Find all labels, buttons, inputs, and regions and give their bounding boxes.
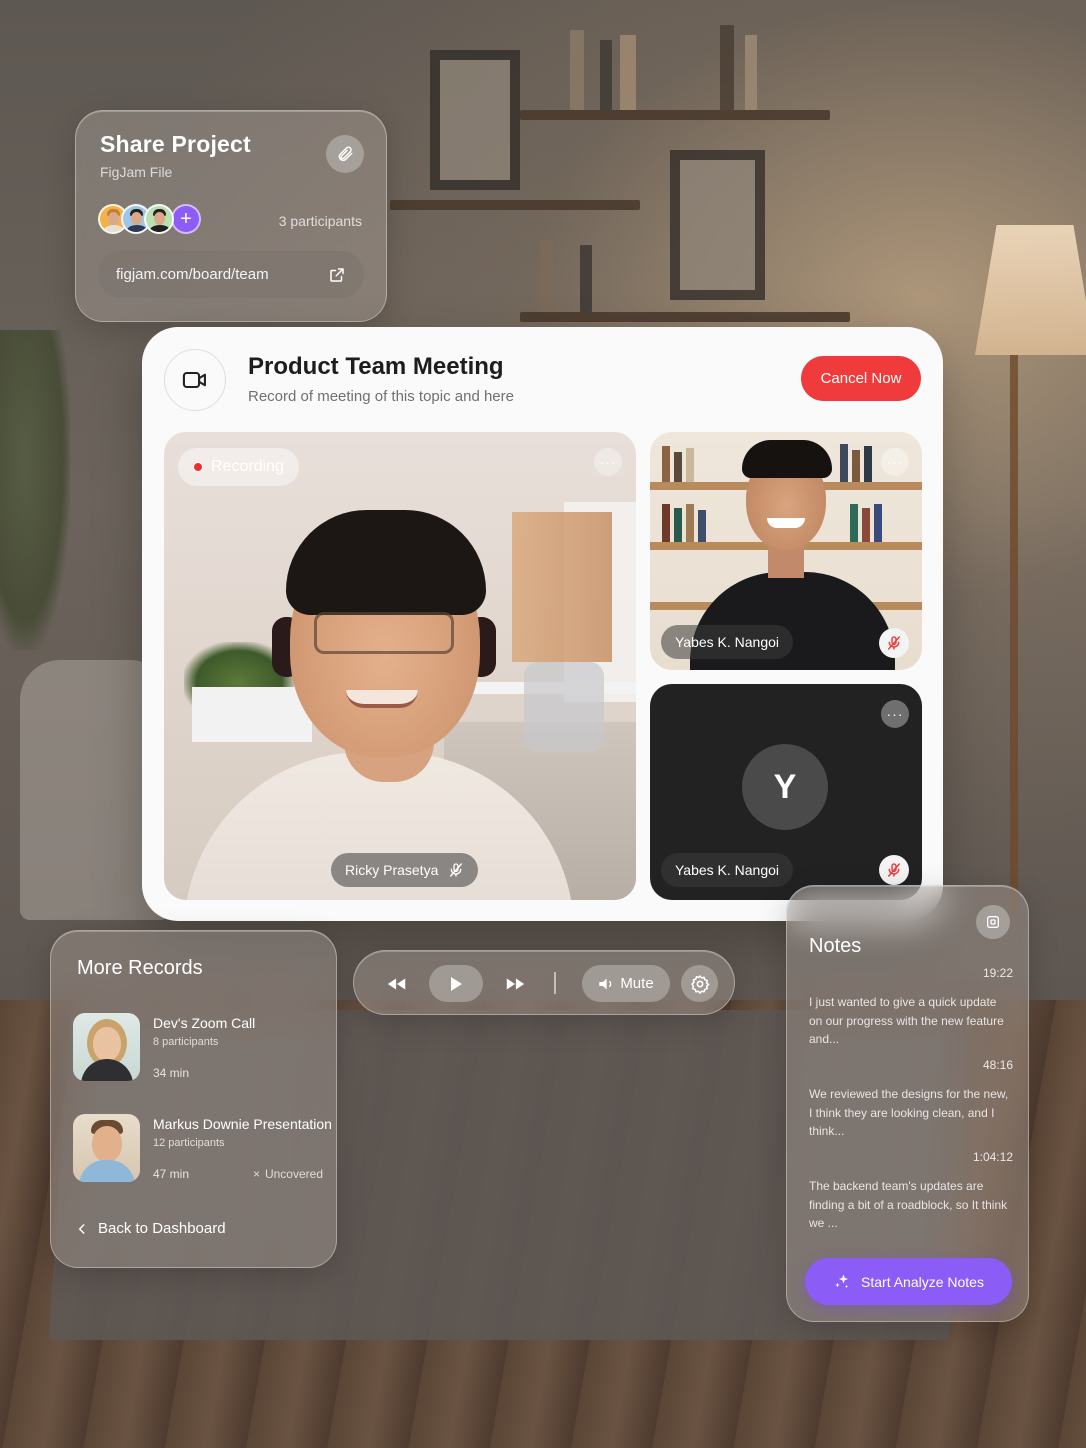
participant-nametag: Yabes K. Nangoi <box>661 625 794 659</box>
video-camera-icon <box>182 371 206 389</box>
bookshelf <box>520 110 830 120</box>
mute-button[interactable]: Mute <box>582 965 670 1002</box>
participant-nametag: Yabes K. Nangoi <box>661 853 794 887</box>
recording-dot-icon <box>193 462 203 472</box>
record-item[interactable]: Markus Downie Presentation 12 participan… <box>73 1114 332 1184</box>
external-link-icon[interactable] <box>328 266 346 284</box>
cancel-now-button[interactable]: Cancel Now <box>801 356 921 401</box>
note-text: We reviewed the designs for the new, I t… <box>809 1087 1009 1138</box>
notes-card: Notes 19:22 I just wanted to give a quic… <box>786 885 1029 1322</box>
picture-frame <box>430 50 520 190</box>
share-link-text: figjam.com/board/team <box>116 266 269 283</box>
settings-button[interactable] <box>681 965 718 1002</box>
record-status[interactable]: × Uncovered <box>253 1167 323 1181</box>
rewind-icon <box>387 978 406 989</box>
record-name: Markus Downie Presentation <box>153 1116 332 1132</box>
record-item[interactable]: Dev's Zoom Call 8 participants 34 min <box>73 1013 323 1083</box>
book <box>540 240 554 312</box>
meeting-title: Product Team Meeting <box>248 353 504 380</box>
sparkle-icon <box>835 1274 849 1288</box>
recording-badge: Recording <box>178 448 299 486</box>
participant-video-tile-off[interactable]: Y ··· Yabes K. Nangoi <box>650 684 922 900</box>
participant-initial-avatar: Y <box>742 744 828 830</box>
bookshelf <box>520 312 850 322</box>
picture-frame <box>670 150 765 300</box>
book <box>600 40 612 110</box>
camera-button[interactable] <box>164 349 226 411</box>
mute-label: Mute <box>620 975 654 992</box>
avatar[interactable] <box>144 204 174 234</box>
recording-label: Recording <box>211 458 284 475</box>
record-duration: 47 min <box>153 1167 190 1181</box>
playback-controls: Mute <box>353 950 735 1015</box>
book <box>580 245 592 312</box>
mic-off-icon <box>450 863 463 877</box>
note-timestamp: 48:16 <box>982 1058 1013 1072</box>
book <box>720 25 734 110</box>
notes-title: Notes <box>809 935 862 957</box>
book <box>745 35 757 110</box>
speaker-icon <box>599 978 612 989</box>
share-link-field[interactable]: figjam.com/board/team <box>98 251 364 298</box>
back-to-dashboard-link[interactable]: Back to Dashboard <box>75 1220 226 1237</box>
analyze-label: Start Analyze Notes <box>861 1273 984 1290</box>
share-project-card: Share Project FigJam File + 3 participan… <box>75 110 387 322</box>
add-participant-button[interactable]: + <box>171 204 201 234</box>
main-video-tile[interactable]: Recording ··· Ricky Prasetya <box>164 432 636 900</box>
note-text: The backend team's updates are finding a… <box>809 1179 1008 1230</box>
gear-icon <box>690 974 709 994</box>
mic-off-icon <box>887 636 901 650</box>
note-timestamp: 19:22 <box>982 966 1013 980</box>
note-timestamp: 1:04:12 <box>972 1150 1013 1164</box>
record-duration: 34 min <box>153 1066 190 1080</box>
note-entry[interactable]: 1:04:12 The backend team's updates are f… <box>809 1150 1013 1233</box>
chevron-left-icon <box>78 1223 85 1234</box>
more-options-button[interactable]: ··· <box>881 700 909 728</box>
meeting-card: Product Team Meeting Record of meeting o… <box>142 327 943 921</box>
share-title: Share Project <box>100 131 251 157</box>
play-button[interactable] <box>429 965 483 1002</box>
plant <box>0 330 70 650</box>
participant-avatars: + <box>98 204 201 234</box>
participant-video-tile[interactable]: ··· Yabes K. Nangoi <box>650 432 922 670</box>
back-label: Back to Dashboard <box>98 1220 226 1237</box>
meeting-subtitle: Record of meeting of this topic and here <box>248 388 514 405</box>
speaker-name: Ricky Prasetya <box>345 862 439 878</box>
bookshelf <box>390 200 640 210</box>
record-status-label: Uncovered <box>264 1167 323 1181</box>
record-participants: 8 participants <box>153 1036 219 1048</box>
speaker-nametag: Ricky Prasetya <box>331 853 479 887</box>
note-entry[interactable]: 19:22 I just wanted to give a quick upda… <box>809 966 1013 1049</box>
record-thumbnail <box>73 1013 140 1081</box>
attach-button[interactable] <box>326 135 364 173</box>
divider <box>554 972 556 994</box>
close-icon: × <box>252 1167 260 1181</box>
book <box>620 35 636 110</box>
more-options-button[interactable]: ··· <box>881 448 909 476</box>
fast-forward-icon <box>506 978 525 989</box>
paperclip-icon <box>338 146 353 162</box>
mic-muted-indicator[interactable] <box>879 628 909 658</box>
expand-button[interactable] <box>976 905 1010 939</box>
record-participants: 12 participants <box>153 1137 225 1149</box>
rewind-button[interactable] <box>382 965 412 1002</box>
fast-forward-button[interactable] <box>500 965 530 1002</box>
book <box>570 30 584 110</box>
lamp-pole <box>1010 355 1018 915</box>
play-icon <box>451 976 462 991</box>
record-thumbnail <box>73 1114 140 1182</box>
more-options-button[interactable]: ··· <box>594 448 622 476</box>
note-text: I just wanted to give a quick update on … <box>809 995 1004 1046</box>
participants-count: 3 participants <box>278 213 362 229</box>
more-records-card: More Records Dev's Zoom Call 8 participa… <box>50 930 337 1268</box>
start-analyze-notes-button[interactable]: Start Analyze Notes <box>805 1258 1012 1305</box>
record-name: Dev's Zoom Call <box>153 1015 256 1031</box>
mic-muted-indicator[interactable] <box>879 855 909 885</box>
expand-icon <box>987 916 999 928</box>
mic-off-icon <box>887 863 901 877</box>
share-subtitle: FigJam File <box>100 164 173 180</box>
note-entry[interactable]: 48:16 We reviewed the designs for the ne… <box>809 1058 1013 1141</box>
records-title: More Records <box>77 957 203 979</box>
